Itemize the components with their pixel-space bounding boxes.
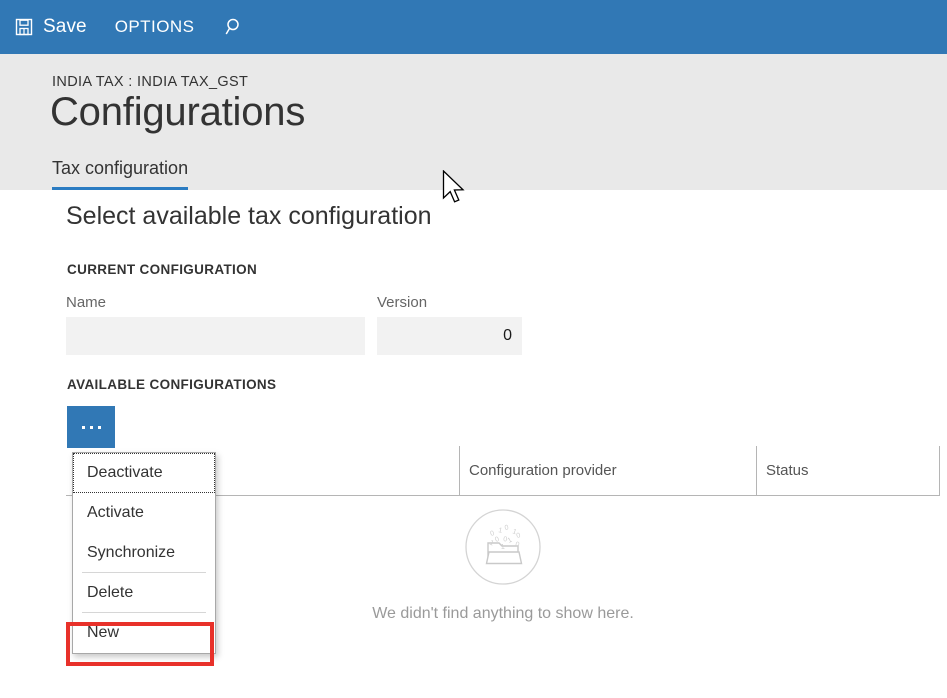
ellipsis-icon [81,425,101,429]
version-input[interactable] [377,317,522,355]
available-configurations-group-label: AVAILABLE CONFIGURATIONS [67,377,277,392]
context-menu: Deactivate Activate Synchronize Delete N… [72,452,216,654]
search-button[interactable] [208,0,258,54]
name-field: Name [66,294,365,355]
svg-text:1: 1 [501,544,506,551]
tab-strip: Tax configuration [52,158,189,190]
version-field: Version [377,294,522,355]
tab-label: Tax configuration [52,158,189,178]
version-field-label: Version [377,294,428,311]
page-header: INDIA TAX : INDIA TAX_GST Configurations… [0,54,947,190]
column-header-configuration-provider[interactable]: Configuration provider [459,445,756,496]
name-field-label: Name [66,294,107,311]
column-header-status[interactable]: Status [756,445,939,496]
svg-text:1: 1 [498,527,503,535]
page-title: Configurations [50,90,306,134]
save-button-label: Save [43,16,87,37]
options-button[interactable]: OPTIONS [101,0,209,54]
breadcrumb[interactable]: INDIA TAX : INDIA TAX_GST [52,74,248,90]
menu-item-synchronize[interactable]: Synchronize [73,533,215,573]
menu-item-label: Activate [87,504,144,521]
menu-item-new[interactable]: New [73,613,215,653]
current-configuration-group-label: CURRENT CONFIGURATION [67,262,258,277]
menu-item-delete[interactable]: Delete [73,573,215,613]
section-title: Select available tax configuration [66,202,432,230]
save-button[interactable]: Save [0,0,101,54]
more-options-button[interactable] [67,406,115,448]
menu-item-label: Synchronize [87,544,176,561]
svg-text:1: 1 [507,537,514,545]
floppy-disk-icon [14,17,34,37]
empty-folder-icon: 0 1 0 1 0 1 0 0 1 0 1 [464,508,542,591]
empty-state-text: We didn't find anything to show here. [372,605,634,622]
menu-item-label: Deactivate [87,464,163,481]
name-input[interactable] [66,317,365,355]
search-icon [222,16,244,38]
menu-item-label: New [87,624,120,641]
tab-tax-configuration[interactable]: Tax configuration [52,158,189,190]
command-bar: Save OPTIONS [0,0,947,54]
menu-item-label: Delete [87,584,134,601]
svg-text:0: 0 [515,541,521,549]
svg-text:0: 0 [516,532,522,540]
options-button-label: OPTIONS [114,17,195,36]
svg-text:0: 0 [504,524,509,532]
menu-item-deactivate[interactable]: Deactivate [73,453,215,493]
menu-item-activate[interactable]: Activate [73,493,215,533]
